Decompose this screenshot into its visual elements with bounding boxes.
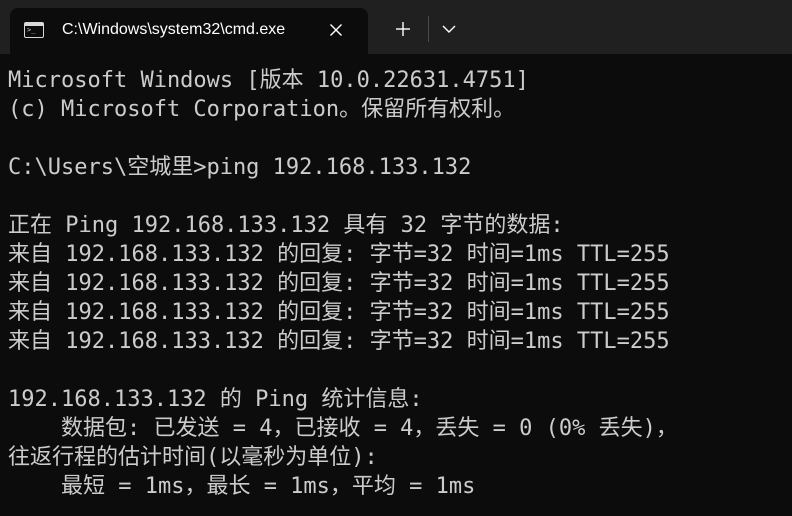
tab-strip: >_ C:\Windows\system32\cmd.exe bbox=[0, 0, 792, 54]
plus-icon[interactable] bbox=[388, 14, 418, 44]
terminal-line: 192.168.133.132 的 Ping 统计信息: bbox=[8, 387, 423, 412]
terminal-line: 来自 192.168.133.132 的回复: 字节=32 时间=1ms TTL… bbox=[8, 271, 670, 296]
terminal-line: 正在 Ping 192.168.133.132 具有 32 字节的数据: bbox=[8, 213, 564, 238]
terminal-line: C:\Users\空城里>ping 192.168.133.132 bbox=[8, 155, 472, 180]
terminal-line: (c) Microsoft Corporation。保留所有权利。 bbox=[8, 97, 516, 122]
terminal-line: 来自 192.168.133.132 的回复: 字节=32 时间=1ms TTL… bbox=[8, 329, 670, 354]
terminal-line: 最短 = 1ms，最长 = 1ms，平均 = 1ms bbox=[8, 474, 476, 499]
chevron-down-icon[interactable] bbox=[434, 14, 464, 44]
terminal-line: 数据包: 已发送 = 4，已接收 = 4，丢失 = 0 (0% 丢失)， bbox=[8, 416, 678, 441]
terminal-line: Microsoft Windows [版本 10.0.22631.4751] bbox=[8, 68, 529, 93]
terminal-line: 来自 192.168.133.132 的回复: 字节=32 时间=1ms TTL… bbox=[8, 300, 670, 325]
terminal-output[interactable]: Microsoft Windows [版本 10.0.22631.4751] (… bbox=[8, 66, 792, 506]
terminal-window: >_ C:\Windows\system32\cmd.exe Microsoft… bbox=[0, 0, 792, 516]
cmd-terminal-icon: >_ bbox=[24, 22, 44, 38]
close-icon[interactable] bbox=[326, 20, 346, 40]
tab-separator bbox=[428, 16, 429, 42]
terminal-line: 来自 192.168.133.132 的回复: 字节=32 时间=1ms TTL… bbox=[8, 242, 670, 267]
terminal-line: 往返行程的估计时间(以毫秒为单位): bbox=[8, 445, 378, 470]
tab-title: C:\Windows\system32\cmd.exe bbox=[62, 21, 286, 38]
tab-cmd[interactable]: >_ C:\Windows\system32\cmd.exe bbox=[10, 8, 368, 54]
